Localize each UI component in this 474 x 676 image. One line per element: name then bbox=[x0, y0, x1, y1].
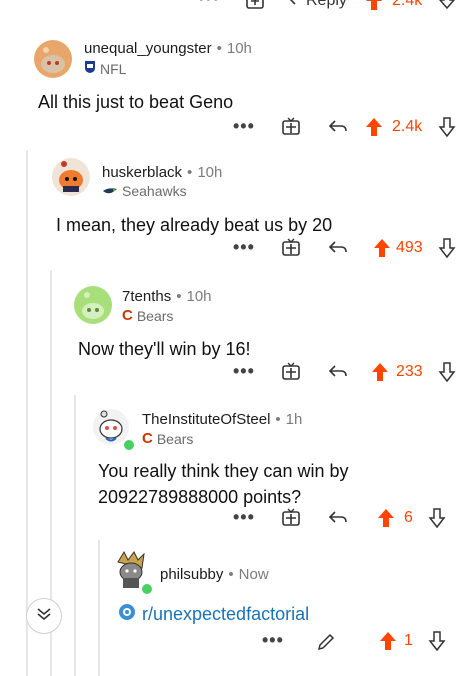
avatar[interactable] bbox=[74, 286, 112, 324]
edit-pencil-icon[interactable] bbox=[316, 632, 336, 652]
more-options-button[interactable]: ••• bbox=[233, 361, 255, 382]
username[interactable]: 7tenths bbox=[122, 288, 171, 305]
avatar[interactable] bbox=[52, 158, 90, 196]
comment-body: All this just to beat Geno bbox=[38, 92, 234, 112]
flair-text: Bears bbox=[136, 307, 174, 324]
downvote-icon[interactable] bbox=[438, 0, 456, 14]
user-flair: Seahawks bbox=[102, 183, 187, 199]
user-flair: NFL bbox=[84, 60, 126, 77]
award-icon[interactable] bbox=[280, 507, 302, 529]
nfl-shield-icon bbox=[84, 60, 96, 77]
collapse-thread-button[interactable] bbox=[26, 598, 62, 634]
downvote-icon[interactable] bbox=[438, 116, 456, 138]
upvote-icon[interactable] bbox=[364, 0, 384, 14]
separator-dot: • bbox=[275, 411, 281, 428]
comment-actions: ••• 493 bbox=[0, 237, 474, 263]
more-options-button[interactable]: ••• bbox=[262, 630, 284, 651]
reply-icon[interactable] bbox=[328, 509, 348, 527]
username-row: 7tenths • 10h bbox=[122, 288, 212, 305]
award-icon[interactable] bbox=[244, 0, 266, 14]
link-text[interactable]: r/unexpectedfactorial bbox=[142, 604, 309, 625]
reply-icon[interactable] bbox=[328, 239, 348, 257]
thread-line-1 bbox=[26, 150, 28, 676]
top-action-row: ••• Reply 2.4k bbox=[0, 0, 474, 14]
timestamp: 10h bbox=[186, 288, 212, 305]
downvote-icon[interactable] bbox=[438, 361, 456, 383]
upvote-icon[interactable] bbox=[370, 361, 390, 383]
username-row: TheInstituteOfSteel • 1h bbox=[142, 411, 302, 428]
score: 6 bbox=[404, 509, 413, 526]
award-icon[interactable] bbox=[280, 116, 302, 138]
upvote-icon[interactable] bbox=[364, 116, 384, 138]
reply-label[interactable]: Reply bbox=[306, 0, 347, 10]
more-options-button[interactable]: ••• bbox=[233, 507, 255, 528]
downvote-icon[interactable] bbox=[438, 237, 456, 259]
separator-dot: • bbox=[216, 40, 222, 57]
comment-body: Now they'll win by 16! bbox=[78, 339, 251, 359]
score: 493 bbox=[396, 239, 423, 256]
comment-body-line-1: You really think they can win by bbox=[98, 461, 349, 481]
username[interactable]: philsubby bbox=[160, 566, 223, 583]
username-row: philsubby • Now bbox=[160, 566, 269, 583]
link-icon bbox=[118, 603, 136, 626]
reply-icon[interactable] bbox=[288, 0, 302, 13]
separator-dot: • bbox=[187, 164, 193, 181]
upvote-icon[interactable] bbox=[376, 507, 396, 529]
comment-actions: ••• 233 bbox=[0, 361, 474, 387]
timestamp: 10h bbox=[197, 164, 223, 181]
downvote-icon[interactable] bbox=[428, 507, 446, 529]
online-status-dot bbox=[122, 438, 136, 452]
comment-actions: ••• 2.4k bbox=[0, 116, 474, 142]
more-options-button[interactable]: ••• bbox=[198, 0, 220, 9]
double-chevron-down-icon bbox=[36, 606, 52, 627]
more-options-button[interactable]: ••• bbox=[233, 237, 255, 258]
comment-actions: ••• 6 bbox=[0, 507, 474, 533]
comment-body: You really think they can win by 2092278… bbox=[98, 458, 348, 510]
user-flair: C Bears bbox=[142, 430, 193, 447]
timestamp: 10h bbox=[226, 40, 252, 57]
comment-body: I mean, they already beat us by 20 bbox=[56, 215, 333, 235]
username[interactable]: huskerblack bbox=[102, 164, 182, 181]
bears-c-logo-icon: C bbox=[142, 430, 153, 447]
comment-actions: ••• 1 bbox=[0, 630, 474, 656]
seahawks-logo-icon bbox=[102, 183, 118, 199]
flair-text: Bears bbox=[156, 430, 194, 447]
separator-dot: • bbox=[228, 566, 234, 583]
bears-c-logo-icon: C bbox=[122, 307, 133, 324]
separator-dot: • bbox=[176, 288, 182, 305]
subreddit-link[interactable]: r/unexpectedfactorial bbox=[118, 603, 309, 626]
username[interactable]: unequal_youngster bbox=[84, 40, 212, 57]
award-icon[interactable] bbox=[280, 237, 302, 259]
flair-text: Seahawks bbox=[122, 183, 187, 199]
username-row: huskerblack • 10h bbox=[102, 164, 222, 181]
score: 1 bbox=[404, 632, 413, 649]
score: 233 bbox=[396, 363, 423, 380]
user-flair: C Bears bbox=[122, 307, 173, 324]
reply-icon[interactable] bbox=[328, 118, 348, 136]
award-icon[interactable] bbox=[280, 361, 302, 383]
downvote-icon[interactable] bbox=[428, 630, 446, 652]
flair-text: NFL bbox=[100, 60, 127, 77]
username[interactable]: TheInstituteOfSteel bbox=[142, 411, 270, 428]
avatar[interactable] bbox=[34, 40, 72, 78]
username-row: unequal_youngster • 10h bbox=[84, 40, 252, 57]
reply-icon[interactable] bbox=[328, 363, 348, 381]
more-options-button[interactable]: ••• bbox=[233, 116, 255, 137]
score: 2.4k bbox=[392, 0, 423, 9]
score: 2.4k bbox=[392, 118, 423, 135]
upvote-icon[interactable] bbox=[372, 237, 392, 259]
timestamp: 1h bbox=[285, 411, 303, 428]
upvote-icon[interactable] bbox=[378, 630, 398, 652]
timestamp: Now bbox=[238, 566, 269, 583]
online-status-dot bbox=[140, 582, 154, 596]
